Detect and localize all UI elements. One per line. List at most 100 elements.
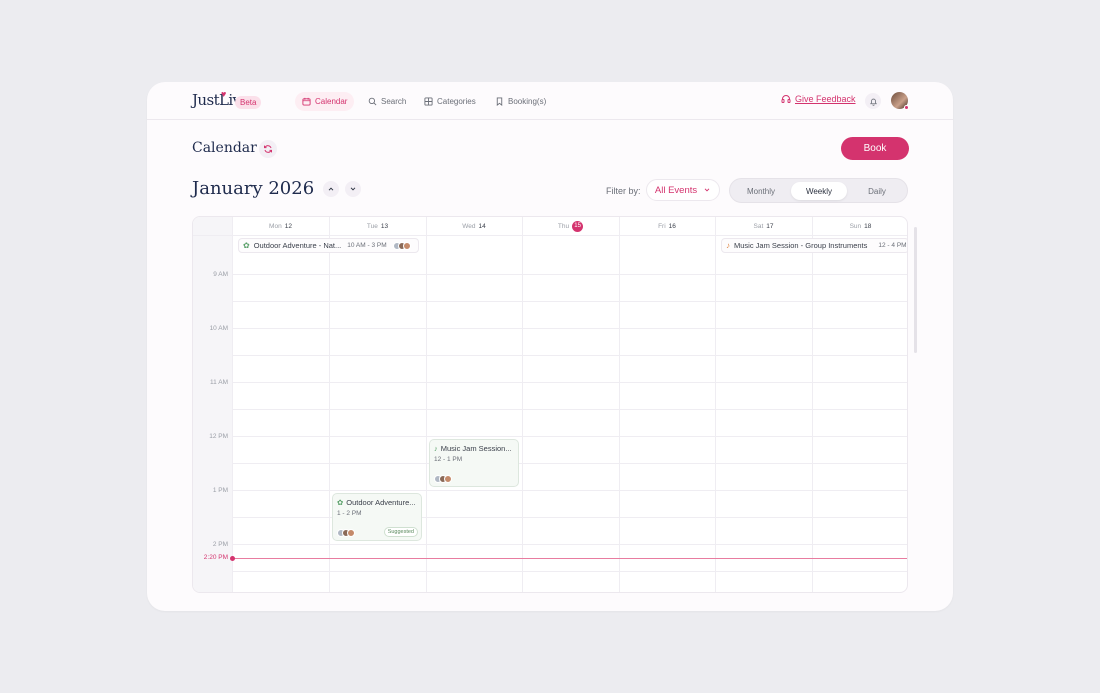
page-title: Calendar: [192, 140, 257, 156]
grid-column-line: [329, 217, 330, 592]
attendee-avatars: [337, 529, 355, 537]
grid-line: [232, 382, 907, 383]
grid-line: [232, 301, 907, 302]
grid-line: [232, 409, 907, 410]
bookmark-icon: [496, 97, 503, 106]
header-divider: [193, 235, 907, 236]
calendar-icon: [302, 97, 311, 106]
time-label: 9 AM: [213, 271, 228, 278]
nav-calendar[interactable]: Calendar: [295, 92, 355, 111]
headset-icon: [781, 95, 791, 103]
search-icon: [368, 97, 377, 106]
grid-line: [232, 571, 907, 572]
top-navigation: JustLiv ♥ Beta Calendar Search Categorie…: [147, 82, 953, 120]
refresh-icon: [264, 145, 272, 153]
current-time-dot: [230, 556, 235, 561]
status-dot: [904, 105, 909, 110]
event-title: Music Jam Session - Group Instruments: [734, 241, 868, 250]
nav-bookings-label: Booking(s): [508, 97, 547, 106]
nav-bookings[interactable]: Booking(s): [488, 92, 553, 111]
grid-icon: [424, 97, 433, 106]
give-feedback-label: Give Feedback: [795, 94, 856, 104]
leaf-icon: ✿: [337, 498, 344, 507]
grid-line: [232, 355, 907, 356]
beta-badge: Beta: [235, 96, 262, 109]
day-header-sat[interactable]: Sat 17: [715, 217, 812, 235]
time-label: 12 PM: [209, 433, 228, 440]
day-header-thu[interactable]: Thu 15: [522, 217, 619, 235]
event-title-row: ♪ Music Jam Session...: [434, 444, 512, 453]
all-day-event[interactable]: ♪ Music Jam Session - Group Instruments …: [721, 238, 907, 253]
grid-line: [232, 544, 907, 545]
event-title: Outdoor Adventure - Nat...: [253, 241, 342, 250]
nav-calendar-label: Calendar: [315, 97, 348, 106]
day-header-fri[interactable]: Fri 16: [619, 217, 715, 235]
event-time: 10 AM - 3 PM: [347, 242, 387, 249]
attendee-avatars: [392, 241, 411, 250]
time-label: 2 PM: [212, 541, 228, 548]
view-toggle: Monthly Weekly Daily: [729, 178, 908, 203]
current-time-line: [232, 558, 907, 559]
time-label: 1 PM: [212, 487, 228, 494]
grid-column-line: [715, 217, 716, 592]
day-header-mon[interactable]: Mon 12: [232, 217, 329, 235]
chevron-up-icon: [328, 187, 334, 191]
scrollbar[interactable]: [914, 227, 917, 353]
day-header-wed[interactable]: Wed 14: [426, 217, 522, 235]
event-card[interactable]: ♪ Music Jam Session... 12 - 1 PM: [429, 439, 519, 487]
view-daily[interactable]: Daily: [849, 182, 905, 200]
notifications-button[interactable]: [865, 93, 881, 109]
filter-value: All Events: [654, 184, 698, 196]
time-label: 10 AM: [209, 325, 228, 332]
leaf-icon: ✿: [243, 241, 250, 250]
suggested-badge: Suggested: [383, 527, 418, 537]
grid-column-line: [812, 217, 813, 592]
grid-line: [232, 490, 907, 491]
heart-icon: ♥: [221, 89, 227, 99]
refresh-button[interactable]: [259, 140, 277, 158]
event-title: Outdoor Adventure...: [346, 498, 416, 507]
grid-line: [232, 463, 907, 464]
guitar-icon: ♪: [434, 444, 438, 453]
logo[interactable]: JustLiv: [192, 91, 241, 109]
day-header-sun[interactable]: Sun 18: [812, 217, 907, 235]
event-time: 12 - 1 PM: [434, 456, 463, 463]
week-grid: Mon 12 Tue 13 Wed 14 Thu 15 Fri 16 Sat 17 Sun 1…: [192, 216, 908, 593]
view-weekly[interactable]: Weekly: [791, 182, 847, 200]
nav-search[interactable]: Search: [361, 92, 413, 111]
nav-categories-label: Categories: [437, 97, 476, 106]
bell-icon: [869, 98, 877, 106]
give-feedback-link[interactable]: Give Feedback: [781, 94, 856, 104]
chevron-down-icon: [704, 188, 710, 192]
attendee-avatars: [434, 475, 452, 483]
app-window: JustLiv ♥ Beta Calendar Search Categorie…: [147, 82, 953, 611]
grid-column-line: [522, 217, 523, 592]
event-time: 12 - 4 PM: [878, 242, 907, 249]
prev-button[interactable]: [323, 181, 339, 197]
day-header-tue[interactable]: Tue 13: [329, 217, 426, 235]
chevron-down-icon: [350, 187, 356, 191]
nav-categories[interactable]: Categories: [417, 92, 483, 111]
grid-line: [232, 436, 907, 437]
all-day-event[interactable]: ✿ Outdoor Adventure - Nat... 10 AM - 3 P…: [238, 238, 419, 253]
next-button[interactable]: [345, 181, 361, 197]
event-card[interactable]: ✿ Outdoor Adventure... 1 - 2 PM Suggested: [332, 493, 422, 541]
grid-column-line: [232, 217, 233, 592]
guitar-icon: ♪: [726, 241, 730, 250]
current-time-label: 2:20 PM: [203, 554, 228, 561]
book-button[interactable]: Book: [841, 137, 909, 160]
view-monthly[interactable]: Monthly: [733, 182, 789, 200]
filter-label: Filter by:: [606, 186, 641, 196]
grid-line: [232, 274, 907, 275]
event-time: 1 - 2 PM: [337, 510, 362, 517]
nav-search-label: Search: [381, 97, 407, 106]
event-title-row: ✿ Outdoor Adventure...: [337, 498, 416, 507]
time-label: 11 AM: [210, 379, 228, 386]
event-title: Music Jam Session...: [440, 444, 512, 453]
month-title: January 2026: [192, 178, 315, 199]
grid-line: [232, 328, 907, 329]
grid-column-line: [619, 217, 620, 592]
grid-column-line: [426, 217, 427, 592]
filter-dropdown[interactable]: All Events: [646, 179, 720, 201]
today-badge: 15: [572, 220, 584, 232]
